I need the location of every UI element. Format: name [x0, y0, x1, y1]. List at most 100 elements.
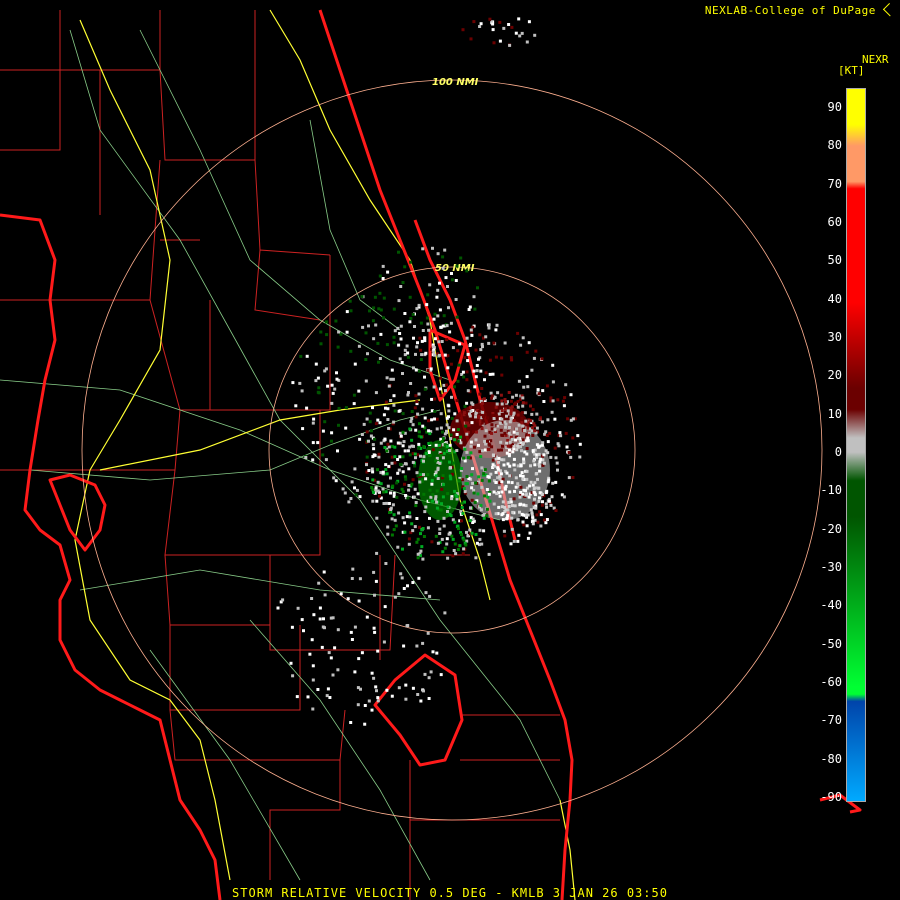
echo-pixel [374, 486, 378, 490]
echo-pixel [390, 533, 394, 537]
echo-pixel [392, 403, 396, 407]
echo-pixel [352, 393, 356, 397]
echo-pixel [545, 518, 549, 521]
echo-pixel [352, 402, 356, 406]
echo-pixel [486, 447, 490, 451]
echo-pixel [424, 351, 428, 355]
echo-pixel [400, 361, 404, 364]
echo-pixel [507, 426, 511, 429]
echo-pixel [323, 420, 327, 424]
echo-pixel [363, 704, 367, 707]
echo-pixel [391, 377, 395, 381]
echo-pixel [329, 616, 333, 620]
echo-pixel [528, 531, 532, 535]
echo-pixel [495, 492, 499, 496]
echo-pixel [488, 372, 492, 376]
echo-pixel [421, 424, 425, 428]
echo-pixel [413, 452, 417, 456]
echo-pixel [419, 321, 423, 325]
echo-pixel [397, 343, 401, 347]
echo-pixel [507, 23, 511, 26]
echo-pixel [417, 446, 420, 450]
echo-pixel [483, 448, 487, 452]
echo-pixel [521, 401, 525, 405]
echo-pixel [475, 419, 479, 423]
echo-pixel [401, 516, 405, 520]
echo-pixel [438, 532, 442, 535]
legend-unit: [KT] [838, 64, 865, 77]
legend-product: NEXR [862, 53, 889, 66]
echo-pixel [376, 699, 380, 703]
echo-pixel [432, 350, 436, 354]
echo-pixel [368, 411, 372, 415]
echo-pixel [506, 462, 510, 466]
echo-pixel [401, 444, 405, 448]
echo-pixel [372, 676, 376, 680]
echo-pixel [491, 28, 495, 32]
echo-pixel [474, 533, 478, 536]
echo-pixel [348, 299, 352, 303]
echo-pixel [486, 416, 490, 420]
echo-pixel [442, 516, 446, 520]
echo-pixel [341, 487, 345, 491]
echo-pixel [545, 505, 549, 509]
echo-pixel [488, 358, 492, 362]
echo-pixel [462, 375, 466, 379]
echo-pixel [516, 405, 520, 409]
echo-pixel [567, 451, 571, 454]
echo-pixel [322, 617, 325, 621]
echo-pixel [393, 455, 397, 459]
echo-pixel [477, 357, 480, 361]
echo-pixel [449, 477, 453, 481]
echo-pixel [392, 528, 396, 532]
echo-pixel [381, 264, 385, 268]
echo-pixel [533, 463, 537, 467]
echo-pixel [468, 528, 472, 532]
echo-pixel [480, 485, 484, 489]
echo-pixel [406, 355, 410, 359]
echo-pixel [499, 472, 503, 476]
echo-pixel [417, 303, 421, 307]
echo-pixel [513, 468, 517, 472]
echo-pixel [344, 406, 348, 410]
echo-pixel [514, 438, 517, 442]
echo-pixel [525, 452, 529, 456]
echo-pixel [290, 625, 294, 629]
echo-pixel [413, 487, 417, 491]
echo-pixel [445, 383, 449, 387]
echo-pixel [533, 493, 537, 497]
echo-pixel [434, 443, 438, 447]
echo-pixel [447, 426, 451, 430]
echo-pixel [371, 478, 375, 482]
echo-pixel [459, 441, 463, 445]
echo-pixel [480, 387, 484, 390]
echo-pixel [532, 501, 536, 505]
echo-pixel [542, 400, 546, 403]
echo-pixel [319, 342, 323, 346]
echo-pixel [396, 545, 400, 549]
color-bar-gradient [846, 88, 866, 802]
echo-pixel [511, 395, 515, 399]
echo-pixel [438, 387, 442, 391]
echo-pixel [537, 486, 541, 490]
echo-pixel [514, 31, 518, 35]
echo-pixel [401, 455, 405, 459]
echo-pixel [516, 331, 520, 335]
echo-pixel [385, 449, 389, 453]
echo-pixel [401, 412, 405, 416]
echo-pixel [336, 449, 339, 453]
echo-pixel [448, 330, 452, 334]
echo-pixel [373, 453, 377, 457]
echo-pixel [401, 470, 405, 474]
echo-pixel [546, 480, 550, 484]
echo-pixel [419, 454, 422, 458]
echo-pixel [497, 505, 501, 509]
echo-pixel [415, 644, 419, 648]
echo-pixel [475, 369, 479, 373]
echo-pixel [500, 490, 504, 494]
echo-pixel [375, 551, 379, 555]
echo-pixel [509, 497, 513, 501]
echo-pixel [298, 381, 302, 385]
echo-pixel [452, 461, 456, 465]
echo-pixel [422, 459, 425, 463]
